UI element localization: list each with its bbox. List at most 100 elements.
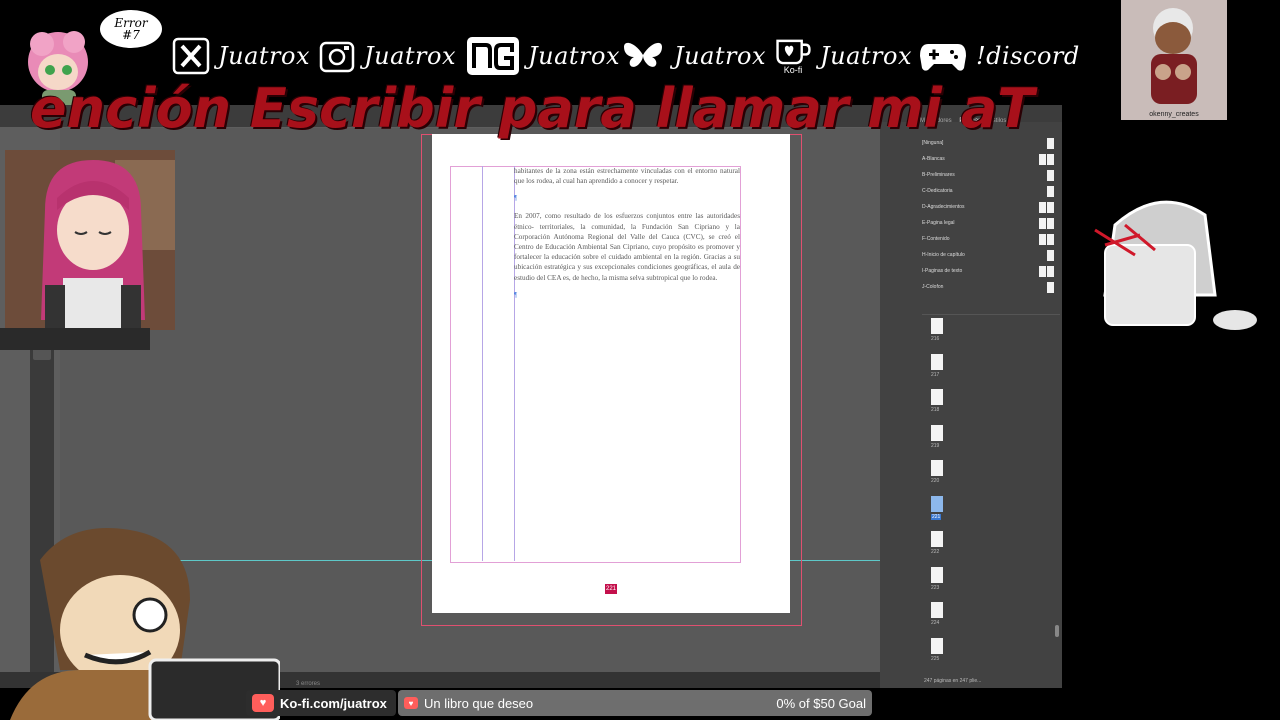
- webcam-strip: [0, 328, 150, 350]
- parent-page-thumbnail: [1047, 169, 1054, 181]
- thumbnail-page: [1047, 185, 1054, 197]
- page-thumbnail-image: [931, 602, 943, 618]
- page-number-label: 221: [931, 513, 942, 520]
- kofi-goal-bar[interactable]: ♥ Un libro que deseo 0% of $50 Goal: [398, 690, 872, 716]
- goal-label: Un libro que deseo: [424, 695, 534, 711]
- page-thumbnail-image: [931, 531, 943, 547]
- page-thumbnail[interactable]: 217: [928, 353, 952, 390]
- parent-page-row[interactable]: C-Dedicatoria: [922, 183, 1054, 199]
- error-speech-bubble: Error #7: [100, 10, 162, 48]
- artist-credit: okenny_creates: [1149, 111, 1199, 118]
- social-handle: Juatrox: [218, 42, 310, 70]
- preflight-status[interactable]: 3 errores: [296, 681, 320, 687]
- page-number-label: 220: [931, 478, 940, 484]
- social-handle: Juatrox: [528, 42, 620, 70]
- error-bubble-line2: #7: [122, 28, 140, 42]
- thumbnail-page: [1047, 265, 1054, 277]
- paragraph-mark: ¶: [514, 194, 518, 203]
- vtuber-avatar: [5, 150, 175, 330]
- chibi-character-illustration: [1151, 8, 1197, 104]
- parent-page-row[interactable]: H-Inicio de capítulo: [922, 247, 1054, 263]
- parent-page-label: B-Preliminares: [922, 172, 955, 178]
- page-thumbnail[interactable]: 222: [928, 531, 952, 567]
- parent-page-thumbnail: [1039, 233, 1054, 245]
- page-number-label: 223: [931, 584, 940, 591]
- parent-page-label: J-Colofon: [922, 284, 944, 290]
- thumbnail-page: [1047, 201, 1054, 213]
- kofi-cup-icon: Ko-fi: [774, 37, 812, 75]
- kofi-link[interactable]: ♥ Ko-fi.com/juatrox: [246, 690, 396, 716]
- page-thumbnail[interactable]: 218: [928, 389, 952, 425]
- instagram-icon: [318, 37, 356, 75]
- body-paragraph: En 2007, como resultado de los esfuerzos…: [514, 212, 740, 282]
- social-bluesky[interactable]: Juatrox: [620, 36, 766, 76]
- page-thumbnail-image: [931, 353, 943, 370]
- social-x[interactable]: Juatrox: [172, 36, 310, 76]
- thumbnail-page: [1039, 217, 1046, 229]
- panel-scrollbar[interactable]: [1055, 625, 1059, 637]
- thumbnail-page: [1039, 233, 1046, 245]
- page-thumbnail-image: [931, 424, 943, 441]
- page-number-label: 217: [931, 371, 940, 378]
- artist-card: okenny_creates: [1121, 0, 1227, 120]
- parent-page-thumbnail: [1039, 217, 1054, 229]
- streamer-cartoon-avatar: [10, 528, 280, 720]
- kofi-link-text: Ko-fi.com/juatrox: [280, 695, 387, 711]
- panel-divider[interactable]: [922, 314, 1060, 315]
- parent-page-label: [Ninguna]: [922, 140, 944, 146]
- social-kofi[interactable]: Ko-fi Juatrox: [774, 36, 912, 76]
- page-thumbnail[interactable]: 223: [928, 566, 952, 603]
- gamepad-icon: [918, 37, 968, 75]
- column-guide: [482, 166, 483, 561]
- social-handle: !discord: [976, 42, 1080, 70]
- text-frame[interactable]: habitantes de la zona están estrechament…: [514, 166, 740, 308]
- parent-page-row[interactable]: E-Pagina legal: [922, 215, 1054, 231]
- social-newgrounds[interactable]: Juatrox: [466, 36, 620, 76]
- newgrounds-icon: [466, 37, 520, 75]
- pages-panel-footer: 247 páginas en 247 plie...: [924, 678, 982, 684]
- page-thumbnail[interactable]: 221: [928, 495, 952, 532]
- page-thumbnail[interactable]: 224: [928, 602, 952, 638]
- thumbnail-page: [1039, 201, 1046, 213]
- parent-page-row[interactable]: F-Contenido: [922, 231, 1054, 247]
- page-thumbnail-image: [931, 389, 943, 405]
- parent-page-row[interactable]: A-Blancas: [922, 151, 1054, 167]
- page-thumbnail-image: [931, 495, 943, 512]
- page-thumbnail[interactable]: 219: [928, 424, 952, 461]
- kofi-icon-caption: Ko-fi: [783, 65, 803, 75]
- social-handle: Juatrox: [364, 42, 456, 70]
- kofi-cup-icon: ♥: [252, 694, 274, 712]
- parent-page-row[interactable]: I-Paginas de texto: [922, 263, 1054, 279]
- paragraph-mark: ¶: [514, 290, 518, 299]
- bluesky-butterfly-icon: [620, 37, 666, 75]
- page-thumbnail[interactable]: 216: [928, 318, 952, 354]
- scrolling-banner: ención Escribir para llamar mi aT: [30, 78, 1035, 140]
- thumbnail-page: [1039, 153, 1046, 165]
- social-discord[interactable]: !discord: [918, 36, 1080, 76]
- thumbnail-page: [1039, 265, 1046, 277]
- parent-page-thumbnail: [1047, 185, 1054, 197]
- parent-page-thumbnail: [1039, 265, 1054, 277]
- thumbnail-page: [1047, 233, 1054, 245]
- goal-progress: 0% of $50 Goal: [776, 695, 866, 711]
- page-thumbnail-image: [931, 566, 943, 583]
- parent-page-row[interactable]: B-Preliminares: [922, 167, 1054, 183]
- page-thumbnail[interactable]: 225: [928, 637, 952, 674]
- parent-page-thumbnail: [1047, 249, 1054, 261]
- social-handle: Juatrox: [674, 42, 766, 70]
- body-paragraph: habitantes de la zona están estrechament…: [514, 167, 740, 186]
- social-instagram[interactable]: Juatrox: [318, 36, 456, 76]
- parent-page-thumbnail: [1039, 201, 1054, 213]
- social-handle: Juatrox: [820, 42, 912, 70]
- thumbnail-page: [1047, 169, 1054, 181]
- page-thumbnail-image: [931, 460, 943, 476]
- page-thumbnail[interactable]: 220: [928, 460, 952, 496]
- parent-page-label: F-Contenido: [922, 236, 950, 242]
- parent-page-row[interactable]: D-Agradecimientos: [922, 199, 1054, 215]
- page-thumbnail-image: [931, 637, 943, 654]
- parent-page-thumbnail: [1047, 281, 1054, 293]
- page-number-marker[interactable]: 221: [605, 584, 617, 594]
- webcam-feed: [5, 150, 175, 330]
- page-thumbnails-list: 216 217 218 219 220 221 222 223 224 225: [928, 318, 952, 673]
- parent-page-row[interactable]: J-Colofon: [922, 279, 1054, 295]
